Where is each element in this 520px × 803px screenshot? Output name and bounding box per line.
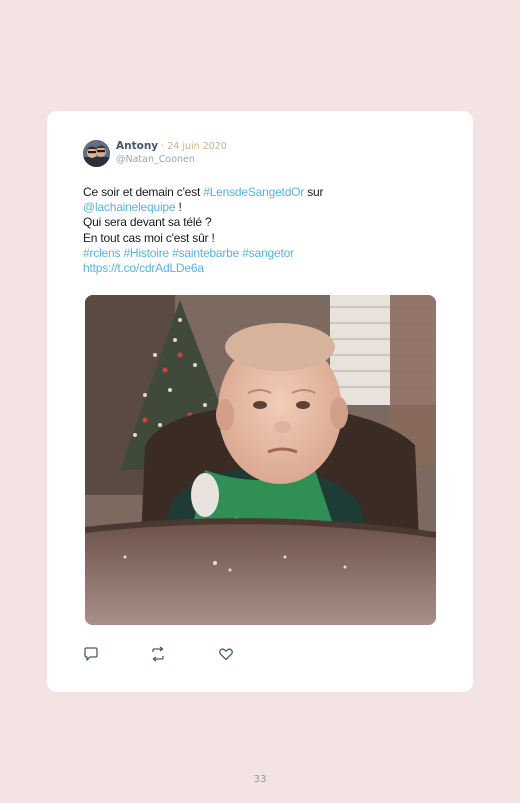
tweet-line-5: #rclens #Histoire #saintebarbe #sangetor [83,246,443,261]
tweet-card: Antony · 24 juin 2020 @Natan_Coonen Ce s… [47,111,473,692]
hashtag-link[interactable]: #Histoire [123,246,169,260]
text-fragment: ! [175,200,182,215]
tweet-line-4: En tout cas moi c'est sûr ! [83,230,215,245]
tweet-line-1: Ce soir et demain c'est #LensdeSangetdOr… [83,185,443,200]
reply-icon[interactable] [83,646,99,662]
retweet-icon[interactable] [150,646,166,662]
url-link[interactable]: https://t.co/cdrAdLDe6a [83,261,204,275]
text-fragment: sur [304,185,324,199]
page-number: 33 [253,774,267,785]
like-icon[interactable] [218,646,234,662]
hashtag-link[interactable]: #LensdeSangetdOr [203,185,304,199]
avatar[interactable] [83,140,110,167]
hashtag-link[interactable]: #saintebarbe [172,246,239,260]
tweet-date[interactable]: 24 juin 2020 [167,141,227,152]
author-handle[interactable]: @Natan_Coonen [116,154,195,166]
tweet-line-3: Qui sera devant sa télé ? [83,215,212,230]
tweet-actions [83,646,283,664]
date-separator: · [158,141,168,152]
hashtag-link[interactable]: #rclens [83,246,120,260]
tweet-header: Antony · 24 juin 2020 [116,140,227,153]
text-fragment: Ce soir et demain c'est [83,185,204,199]
tweet-line-6: https://t.co/cdrAdLDe6a [83,261,443,276]
hashtag-link[interactable]: #sangetor [242,246,294,260]
tweet-text: Ce soir et demain c'est #LensdeSangetdOr… [83,185,443,276]
mention-link[interactable]: @lachainelequipe [83,200,176,214]
author-name[interactable]: Antony [116,140,158,152]
tweet-media-gif[interactable]: LITTLE [85,295,436,625]
tweet-line-2: @lachainelequipe ! [83,200,443,215]
